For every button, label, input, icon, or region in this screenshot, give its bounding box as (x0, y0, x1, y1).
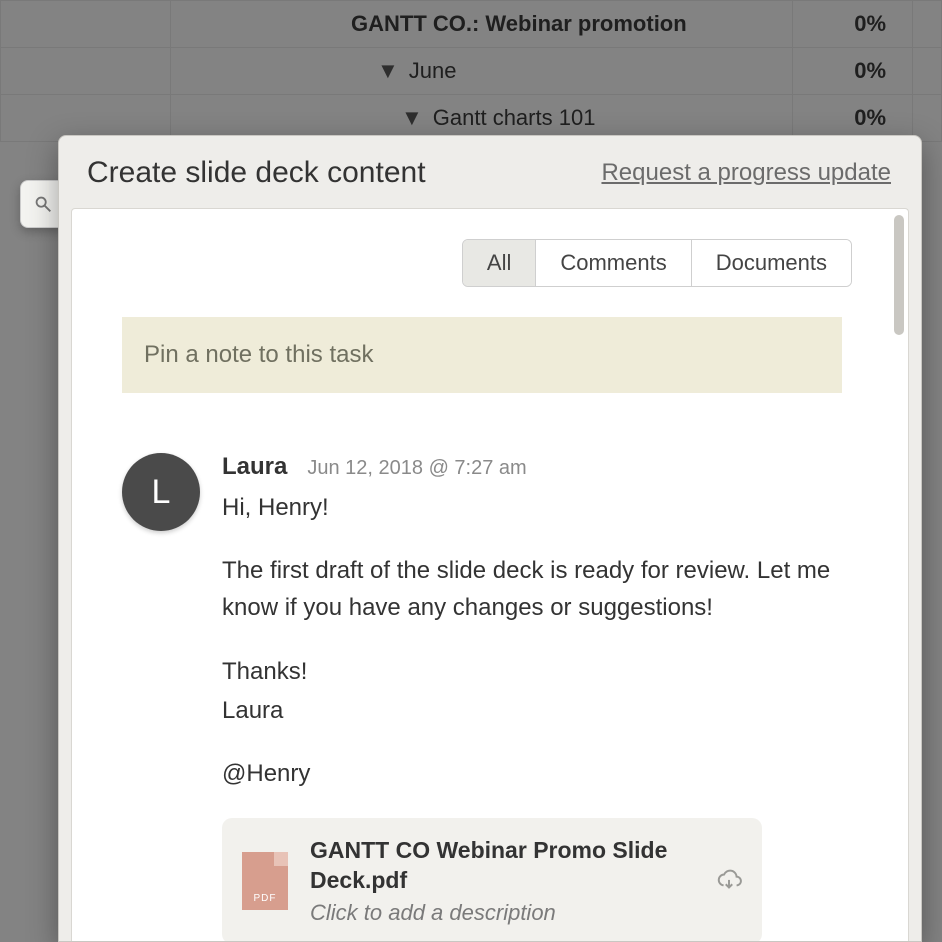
filter-tabs: All Comments Documents (112, 239, 852, 287)
attachment-card[interactable]: PDF GANTT CO Webinar Promo Slide Deck.pd… (222, 818, 762, 941)
tab-comments[interactable]: Comments (535, 240, 690, 286)
download-cloud-icon[interactable] (716, 868, 742, 894)
task-detail-modal: Create slide deck content Request a prog… (58, 135, 922, 942)
avatar: L (122, 453, 200, 531)
comment-author: Laura (222, 453, 287, 481)
attachment-filename: GANTT CO Webinar Promo Slide Deck.pdf (310, 836, 694, 896)
comment-body: Hi, Henry! The first draft of the slide … (222, 489, 842, 792)
pin-note-input[interactable]: Pin a note to this task (122, 317, 842, 393)
attachment-description-placeholder[interactable]: Click to add a description (310, 900, 694, 926)
pdf-file-icon: PDF (242, 852, 288, 910)
comment-item: L Laura Jun 12, 2018 @ 7:27 am Hi, Henry… (112, 453, 852, 941)
comment-timestamp: Jun 12, 2018 @ 7:27 am (307, 457, 526, 480)
tab-all[interactable]: All (463, 240, 535, 286)
request-progress-link[interactable]: Request a progress update (601, 159, 891, 187)
scrollbar-thumb[interactable] (894, 215, 904, 335)
modal-title: Create slide deck content (87, 156, 426, 190)
detach-icon (32, 193, 54, 215)
tab-documents[interactable]: Documents (691, 240, 851, 286)
